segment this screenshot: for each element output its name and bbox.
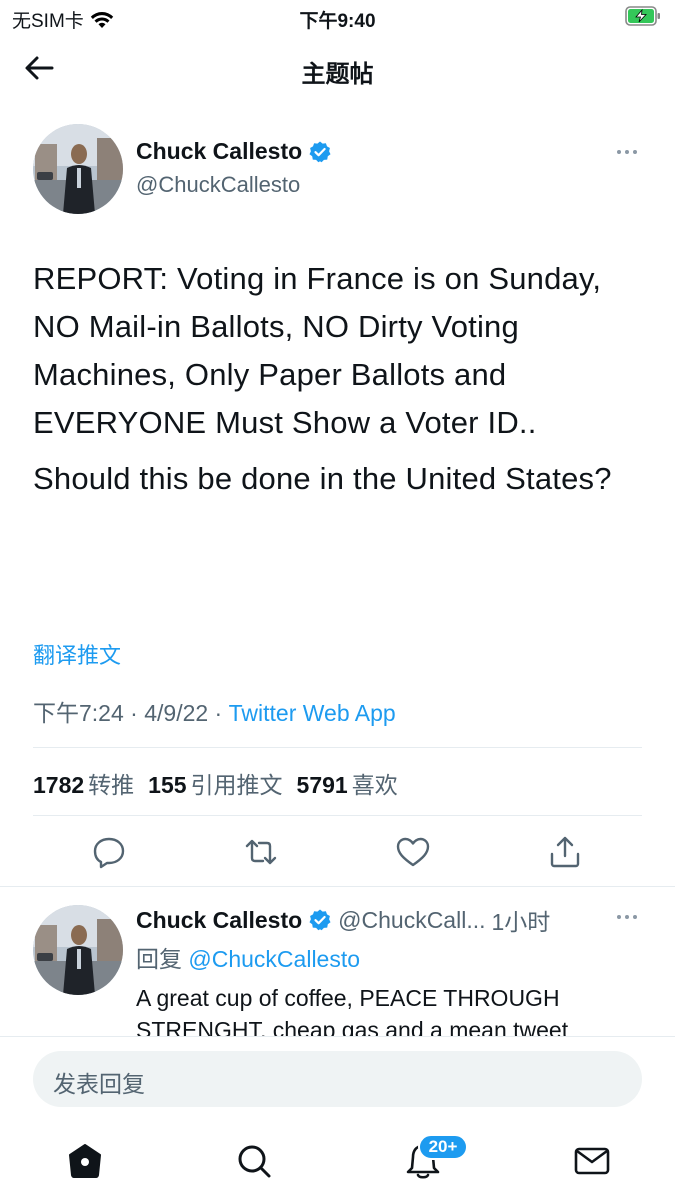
- divider: [0, 886, 675, 887]
- reply-author-name[interactable]: Chuck Callesto: [136, 907, 302, 934]
- retweets-label: 转推: [88, 772, 135, 798]
- meta-separator: ·: [208, 700, 229, 726]
- tweet-paragraph: REPORT: Voting in France is on Sunday, N…: [33, 261, 602, 440]
- messages-mail-icon[interactable]: [572, 1141, 612, 1181]
- likes-stat[interactable]: 5791 喜欢: [297, 766, 398, 800]
- tweet-text: REPORT: Voting in France is on Sunday, N…: [33, 255, 643, 503]
- clock: 下午9:40: [299, 11, 376, 32]
- quotes-label: 引用推文: [190, 772, 283, 798]
- reply-author-avatar[interactable]: [33, 905, 123, 995]
- tweet-metadata: 下午7:24 · 4/9/22 · Twitter Web App: [33, 694, 396, 728]
- reply-text: A great cup of coffee, PEACE THROUGH STR…: [136, 985, 569, 1036]
- search-icon[interactable]: [234, 1141, 274, 1181]
- retweet-icon[interactable]: [243, 834, 279, 870]
- reply-prefix: 回复: [136, 946, 182, 972]
- bottom-panel: 发表回复: [0, 1036, 675, 1200]
- translate-link[interactable]: 翻译推文: [33, 638, 121, 670]
- tweet-stats: 1782 转推 155 引用推文 5791 喜欢: [33, 766, 398, 800]
- retweets-stat[interactable]: 1782 转推: [33, 766, 134, 800]
- tweet-actions: [0, 834, 675, 874]
- author-name-row[interactable]: Chuck Callesto: [136, 138, 332, 165]
- like-heart-icon[interactable]: [395, 834, 431, 870]
- home-icon[interactable]: [65, 1141, 105, 1181]
- reply-time: 1小时: [491, 909, 551, 935]
- tweet-date[interactable]: 4/9/22: [144, 700, 208, 726]
- quotes-count: 155: [148, 772, 187, 798]
- status-bar: 无SIM卡 下午9:40: [0, 0, 675, 36]
- battery-charging-icon: [625, 6, 660, 26]
- reply-header[interactable]: Chuck Callesto @ChuckCall... 1小时: [136, 903, 550, 937]
- retweets-count: 1782: [33, 772, 85, 798]
- tweet-paragraph: Should this be done in the United States…: [33, 461, 612, 496]
- reply-author-handle[interactable]: @ChuckCall...: [338, 907, 485, 934]
- quotes-stat[interactable]: 155 引用推文: [148, 766, 282, 800]
- tweet-source[interactable]: Twitter Web App: [229, 700, 396, 726]
- more-options-icon[interactable]: [615, 905, 639, 929]
- author-name[interactable]: Chuck Callesto: [136, 138, 302, 165]
- author-avatar[interactable]: [33, 124, 123, 214]
- likes-count: 5791: [296, 772, 348, 798]
- verified-badge-icon: [309, 141, 331, 162]
- reply-compose-input[interactable]: 发表回复: [33, 1051, 642, 1107]
- reply-icon[interactable]: [91, 834, 127, 870]
- reply-mention[interactable]: @ChuckCallesto: [188, 946, 360, 972]
- page-title: 主题帖: [301, 61, 374, 88]
- verified-badge-icon: [309, 909, 331, 931]
- avatar-photo: [33, 905, 123, 995]
- share-icon[interactable]: [547, 834, 583, 870]
- meta-separator: ·: [123, 700, 145, 726]
- likes-label: 喜欢: [351, 772, 398, 798]
- divider: [33, 747, 642, 748]
- divider: [33, 815, 642, 816]
- more-options-icon[interactable]: [615, 140, 639, 164]
- tweet-time: 下午7:24: [33, 700, 124, 726]
- notifications-badge: 20+: [418, 1134, 468, 1160]
- nav-bar: 主题帖: [0, 40, 675, 96]
- avatar-photo: [33, 124, 123, 214]
- replying-to: 回复 @ChuckCallesto: [136, 940, 360, 974]
- author-handle[interactable]: @ChuckCallesto: [136, 172, 300, 198]
